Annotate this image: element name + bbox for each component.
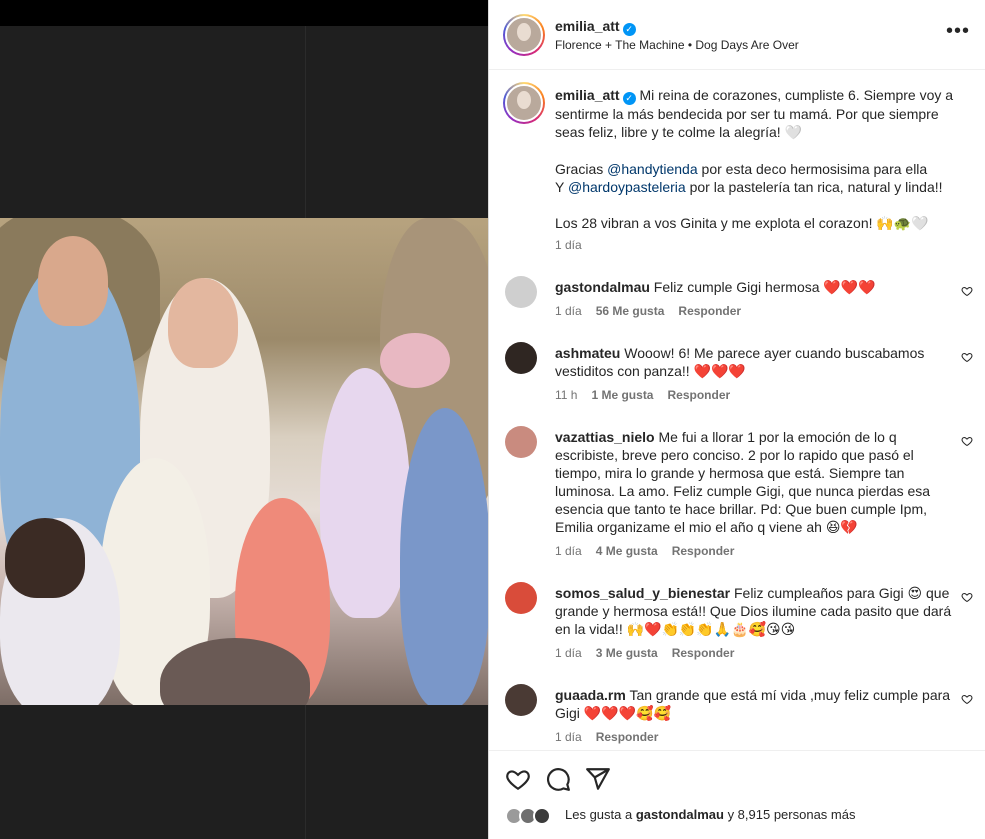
comment-text: vazattias_nielo Me fui a llorar 1 por la… <box>555 428 955 536</box>
audio-track[interactable]: Florence + The Machine • Dog Days Are Ov… <box>555 38 799 52</box>
share-icon[interactable] <box>585 766 611 792</box>
photo-face <box>38 236 108 326</box>
comment-avatar[interactable] <box>505 582 537 614</box>
comment-like-heart-icon[interactable] <box>961 285 973 297</box>
comment-username[interactable]: ashmateu <box>555 345 620 361</box>
comment-username[interactable]: somos_salud_y_bienestar <box>555 585 730 601</box>
author-username[interactable]: emilia_att <box>555 18 620 34</box>
caption-thanks-mid: por esta deco hermosisima para ella <box>697 161 928 177</box>
caption-thanks-prefix: Gracias <box>555 161 608 177</box>
likes-count[interactable]: y 8,915 personas más <box>724 807 856 822</box>
comment-username[interactable]: guaada.rm <box>555 687 626 703</box>
comment-meta: 1 día Responder <box>555 730 658 744</box>
comment-body: Feliz cumple Gigi hermosa ❤️❤️❤️ <box>653 279 876 295</box>
photo-face <box>168 278 238 368</box>
reply-button[interactable]: Responder <box>667 388 730 402</box>
comment-avatar[interactable] <box>505 426 537 458</box>
caption-text: emilia_att ✓ Mi reina de corazones, cumpl… <box>555 86 955 141</box>
mention-handytienda[interactable]: @handytienda <box>607 161 698 177</box>
comment-likes[interactable]: 3 Me gusta <box>596 646 658 660</box>
comment-text: gastondalmau Feliz cumple Gigi hermosa ❤… <box>555 278 955 296</box>
comment-likes[interactable]: 56 Me gusta <box>596 304 665 318</box>
comment-like-heart-icon[interactable] <box>961 351 973 363</box>
verified-badge-icon: ✓ <box>622 23 636 36</box>
comment-like-heart-icon[interactable] <box>961 693 973 705</box>
comment-likes[interactable]: 1 Me gusta <box>591 388 653 402</box>
liker-avatar[interactable] <box>533 807 551 825</box>
post-actions: Les gusta a gastondalmau y 8,915 persona… <box>489 750 985 839</box>
caption-thanks: Gracias @handytienda por esta deco hermo… <box>555 160 955 196</box>
comment-meta: 11 h 1 Me gusta Responder <box>555 388 730 402</box>
comment-text: guaada.rm Tan grande que está mí vida ,m… <box>555 686 955 722</box>
post-photo[interactable] <box>0 218 488 705</box>
comment-avatar[interactable] <box>505 276 537 308</box>
post-header: emilia_att ✓ Florence + The Machine • Dog… <box>489 0 985 70</box>
comment-likes[interactable]: 4 Me gusta <box>596 544 658 558</box>
comment-meta: 1 día 3 Me gusta Responder <box>555 646 734 660</box>
media-top-bar <box>0 0 488 26</box>
comment-like-heart-icon[interactable] <box>961 591 973 603</box>
likes-prefix: Les gusta a <box>565 807 636 822</box>
comment-time[interactable]: 1 día <box>555 730 582 744</box>
comment-meta: 1 día 56 Me gusta Responder <box>555 304 741 318</box>
caption-username[interactable]: emilia_att <box>555 87 620 103</box>
likes-summary: Les gusta a gastondalmau y 8,915 persona… <box>565 807 855 822</box>
comment-like-heart-icon[interactable] <box>961 435 973 447</box>
post-media[interactable] <box>0 0 488 839</box>
likes-user[interactable]: gastondalmau <box>636 807 724 822</box>
comment-time[interactable]: 11 h <box>555 388 577 402</box>
more-horizontal-icon[interactable]: ••• <box>946 21 970 41</box>
heart-icon[interactable] <box>505 766 531 792</box>
caption-and-suffix: por la pastelería tan rica, natural y li… <box>685 179 943 195</box>
post-panel: emilia_att ✓ Florence + The Machine • Dog… <box>488 0 985 839</box>
author-avatar[interactable] <box>503 14 545 56</box>
comment-icon[interactable] <box>545 766 571 792</box>
caption-and-prefix: Y <box>555 179 568 195</box>
verified-badge-icon: ✓ <box>622 92 636 105</box>
comment-time[interactable]: 1 día <box>555 544 582 558</box>
photo-hair <box>5 518 85 598</box>
comment-username[interactable]: gastondalmau <box>555 279 650 295</box>
reply-button[interactable]: Responder <box>672 646 735 660</box>
photo-child <box>320 368 410 618</box>
reply-button[interactable]: Responder <box>596 730 659 744</box>
photo-balloon <box>380 333 450 388</box>
comment-username[interactable]: vazattias_nielo <box>555 429 655 445</box>
comment-meta: 1 día 4 Me gusta Responder <box>555 544 734 558</box>
caption-line3: Los 28 vibran a vos Ginita y me explota … <box>555 215 929 231</box>
mention-hardoypasteleria[interactable]: @hardoypasteleria <box>568 179 686 195</box>
comment-text: somos_salud_y_bienestar Feliz cumpleaños… <box>555 584 955 638</box>
comment-avatar[interactable] <box>505 342 537 374</box>
caption-avatar[interactable] <box>503 82 545 124</box>
comment-time[interactable]: 1 día <box>555 304 582 318</box>
comment-avatar[interactable] <box>505 684 537 716</box>
photo-child <box>400 408 488 705</box>
comment-text: ashmateu Wooow! 6! Me parece ayer cuando… <box>555 344 955 380</box>
comment-time[interactable]: 1 día <box>555 646 582 660</box>
reply-button[interactable]: Responder <box>672 544 735 558</box>
reply-button[interactable]: Responder <box>678 304 741 318</box>
caption-time[interactable]: 1 día <box>555 238 582 252</box>
